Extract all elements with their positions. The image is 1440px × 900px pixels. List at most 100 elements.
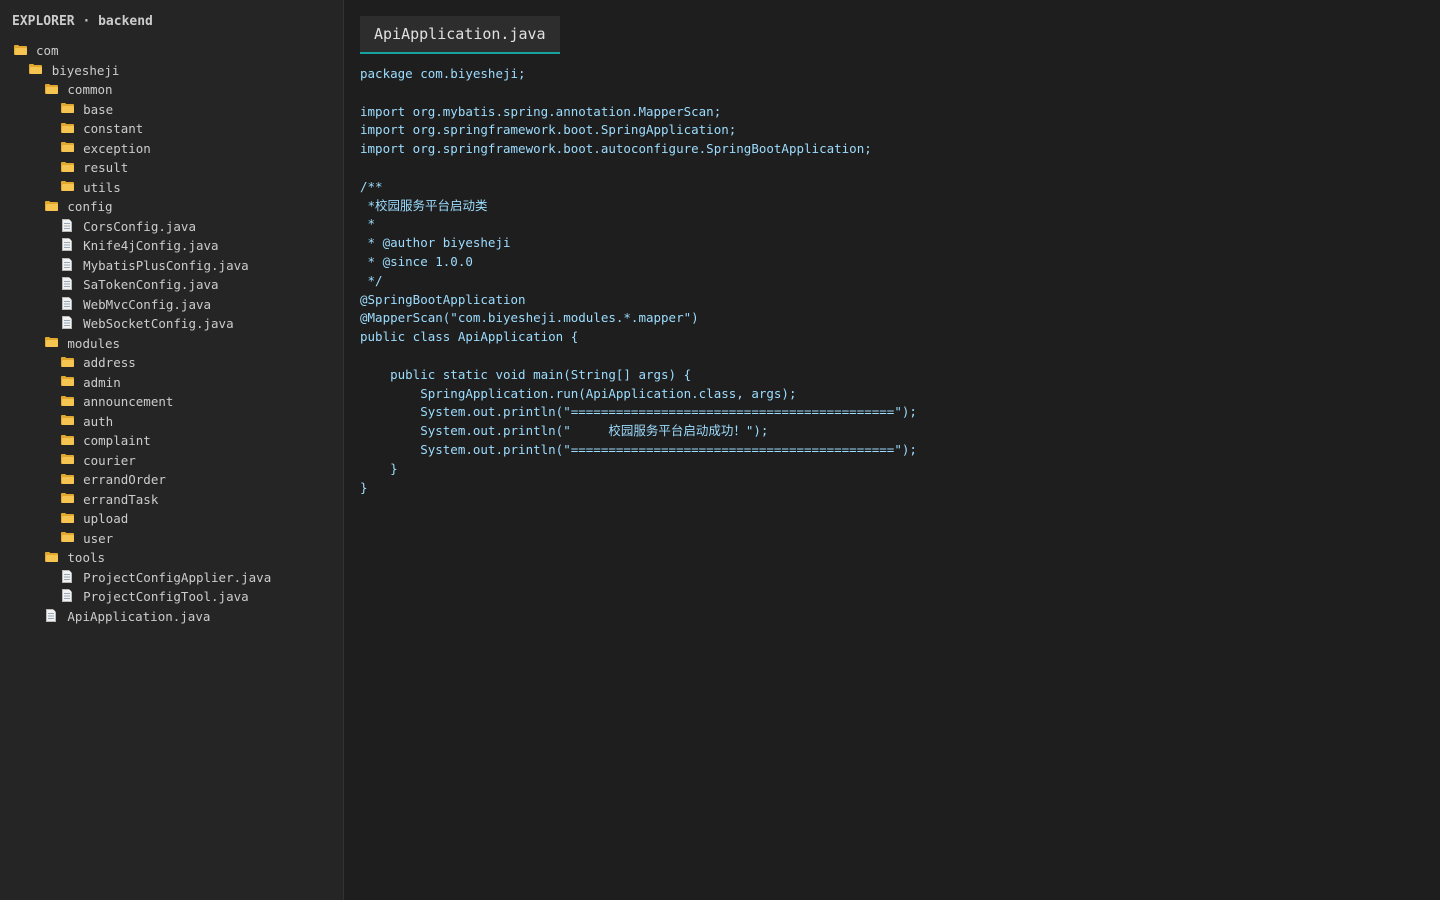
tree-item-label: complaint — [83, 433, 151, 449]
tree-item-label: exception — [83, 140, 151, 156]
tree-folder-item[interactable]: modules — [12, 334, 343, 354]
code-view[interactable]: package com.biyesheji; import org.mybatis… — [360, 65, 917, 497]
folder-icon — [12, 44, 28, 57]
tab-api-application[interactable]: ApiApplication.java — [360, 16, 560, 54]
code-line: * — [360, 216, 376, 232]
file-icon — [59, 257, 75, 273]
tree-file-item[interactable]: ProjectConfigTool.java — [12, 587, 343, 607]
tree-item-label: constant — [83, 121, 144, 137]
tree-file-item[interactable]: CorsConfig.java — [12, 217, 343, 237]
tree-folder-item[interactable]: admin — [12, 373, 343, 393]
folder-icon — [59, 434, 75, 447]
tree-folder-item[interactable]: common — [12, 80, 343, 100]
folder-icon — [43, 337, 59, 349]
code-line: /** — [360, 178, 383, 194]
code-line: @SpringBootApplication — [360, 291, 526, 307]
folder-icon — [59, 122, 75, 135]
tree-file-item[interactable]: MybatisPlusConfig.java — [12, 256, 343, 276]
file-icon — [59, 238, 75, 253]
folder-icon — [59, 181, 75, 193]
code-line: *校园服务平台启动类 — [360, 197, 488, 213]
tree-folder-item[interactable]: errandOrder — [12, 470, 343, 490]
folder-icon — [59, 454, 75, 466]
folder-icon — [59, 493, 75, 505]
tree-folder-item[interactable]: errandTask — [12, 490, 343, 510]
code-line: public class ApiApplication { — [360, 329, 579, 345]
tree-file-item[interactable]: WebSocketConfig.java — [12, 314, 343, 334]
tree-item-label: result — [83, 160, 129, 176]
folder-icon — [59, 395, 75, 408]
folder-icon — [43, 83, 59, 96]
code-line: } — [360, 460, 398, 476]
tree-file-item[interactable]: ApiApplication.java — [12, 607, 343, 627]
folder-icon — [59, 415, 75, 427]
tree-item-label: base — [83, 101, 114, 117]
tree-file-item[interactable]: Knife4jConfig.java — [12, 236, 343, 256]
file-tree: com biyesheji common base constant exception r… — [12, 41, 343, 626]
tree-folder-item[interactable]: address — [12, 353, 343, 373]
file-icon — [59, 569, 75, 585]
code-line: package com.biyesheji; — [360, 66, 526, 81]
file-icon — [59, 277, 75, 292]
tree-folder-item[interactable]: exception — [12, 139, 343, 159]
editor-tab-bar: ApiApplication.java — [360, 16, 560, 54]
code-line: } — [360, 479, 368, 495]
tree-file-item[interactable]: SaTokenConfig.java — [12, 275, 343, 295]
code-line: @MapperScan("com.biyesheji.modules.*.map… — [360, 310, 699, 326]
code-line: import org.springframework.boot.autoconf… — [360, 141, 872, 157]
folder-icon — [59, 142, 75, 154]
code-line: import org.springframework.boot.SpringAp… — [360, 122, 737, 138]
file-icon — [59, 218, 75, 234]
tree-folder-item[interactable]: tools — [12, 548, 343, 568]
tree-item-label: errandOrder — [83, 472, 166, 488]
tree-folder-item[interactable]: complaint — [12, 431, 343, 451]
tree-file-item[interactable]: WebMvcConfig.java — [12, 295, 343, 315]
folder-icon — [43, 200, 59, 213]
tree-folder-item[interactable]: auth — [12, 412, 343, 432]
code-line: */ — [360, 272, 383, 288]
ide-window: EXPLORER · backend com biyesheji common bas… — [0, 0, 1440, 900]
code-line: System.out.println(" 校园服务平台启动成功！"); — [360, 423, 769, 439]
tree-item-label: SaTokenConfig.java — [83, 277, 219, 293]
tree-item-label: biyesheji — [51, 62, 120, 78]
folder-icon — [28, 64, 44, 76]
tree-folder-item[interactable]: com — [12, 41, 343, 61]
tree-item-label: upload — [83, 511, 129, 527]
folder-icon — [59, 473, 75, 486]
file-icon — [59, 296, 75, 312]
editor-pane: ApiApplication.java package com.biyeshej… — [344, 0, 1440, 900]
folder-icon — [59, 356, 75, 369]
tree-item-label: WebMvcConfig.java — [83, 296, 212, 312]
tree-item-label: address — [83, 355, 136, 371]
tree-folder-item[interactable]: user — [12, 529, 343, 549]
file-icon — [59, 316, 75, 331]
tree-item-label: MybatisPlusConfig.java — [83, 257, 249, 273]
tree-item-label: announcement — [83, 394, 174, 410]
code-line: System.out.println("====================… — [360, 441, 917, 457]
file-icon — [59, 589, 75, 604]
tree-item-label: errandTask — [83, 491, 159, 507]
tree-folder-item[interactable]: announcement — [12, 392, 343, 412]
code-line: * @since 1.0.0 — [360, 253, 473, 269]
tree-folder-item[interactable]: result — [12, 158, 343, 178]
folder-icon — [43, 551, 59, 564]
tree-item-label: common — [67, 82, 113, 98]
tree-folder-item[interactable]: constant — [12, 119, 343, 139]
tree-folder-item[interactable]: base — [12, 100, 343, 120]
code-line: System.out.println("====================… — [360, 404, 917, 420]
tree-item-label: courier — [83, 452, 136, 468]
tree-folder-item[interactable]: utils — [12, 178, 343, 198]
tree-item-label: ProjectConfigApplier.java — [83, 569, 272, 585]
tree-folder-item[interactable]: courier — [12, 451, 343, 471]
tree-file-item[interactable]: ProjectConfigApplier.java — [12, 568, 343, 588]
explorer-title: EXPLORER · backend — [12, 14, 153, 29]
tree-item-label: config — [67, 199, 113, 215]
tree-folder-item[interactable]: upload — [12, 509, 343, 529]
tree-item-label: com — [36, 43, 59, 59]
tree-folder-item[interactable]: config — [12, 197, 343, 217]
tree-item-label: Knife4jConfig.java — [83, 238, 219, 254]
tree-folder-item[interactable]: biyesheji — [12, 61, 343, 81]
tree-item-label: auth — [83, 413, 114, 429]
